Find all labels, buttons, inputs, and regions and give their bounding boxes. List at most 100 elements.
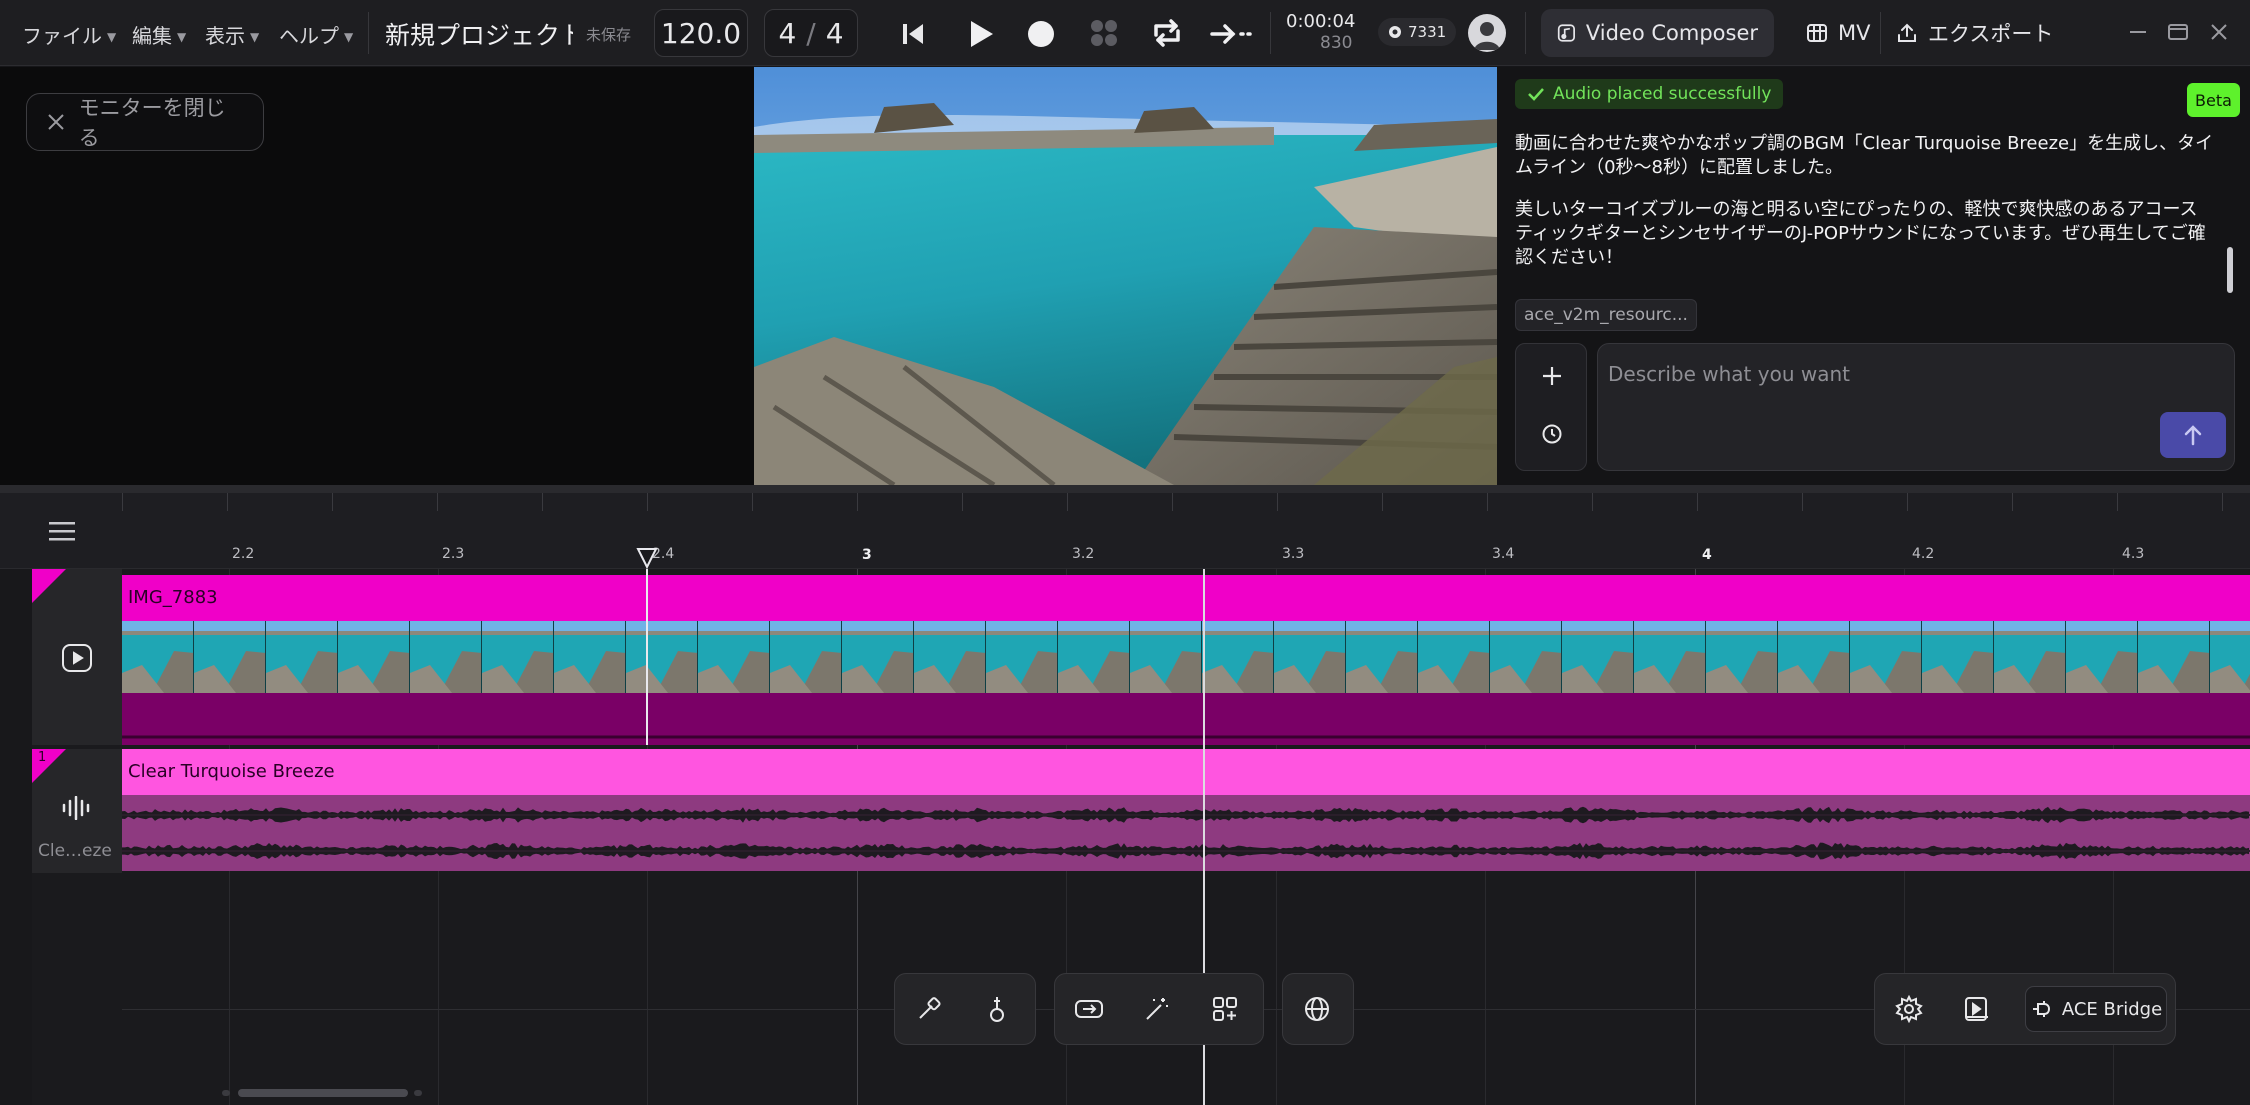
beta-badge: Beta bbox=[2187, 83, 2240, 117]
playhead-handle-icon[interactable] bbox=[636, 547, 658, 569]
settings-button[interactable] bbox=[1875, 973, 1943, 1045]
guitar-tool-button[interactable] bbox=[963, 973, 1031, 1045]
track-number: 1 bbox=[38, 750, 47, 765]
save-state: 未保存 bbox=[586, 26, 632, 44]
chat-panel: Audio placed successfully Beta 動画に合わせた爽や… bbox=[1497, 67, 2250, 485]
grid-button[interactable] bbox=[1086, 15, 1122, 51]
project-title[interactable]: 新規プロジェクト bbox=[385, 16, 573, 52]
music-note-icon bbox=[1557, 24, 1575, 42]
time-ruler[interactable]: 2.2 2.3 2.4 3 3.2 3.3 3.4 4 4.2 4.3 bbox=[122, 493, 2250, 569]
chevron-down-icon: ▼ bbox=[107, 30, 117, 44]
bpm-field[interactable]: 120.0 bbox=[654, 9, 748, 57]
video-track-header[interactable] bbox=[32, 569, 122, 745]
history-button[interactable] bbox=[1534, 416, 1570, 452]
record-button[interactable] bbox=[1024, 17, 1058, 51]
time-signature[interactable]: 4 / 4 bbox=[764, 9, 858, 57]
history-icon bbox=[1542, 424, 1562, 444]
ruler-label: 2.2 bbox=[232, 546, 255, 562]
maximize-button[interactable] bbox=[2164, 18, 2192, 46]
resource-chip[interactable]: ace_v2m_resourc... bbox=[1515, 299, 1697, 331]
add-button[interactable] bbox=[1534, 358, 1570, 394]
ruler-label: 4.2 bbox=[1912, 546, 1935, 562]
ruler-label: 3.4 bbox=[1492, 546, 1515, 562]
arrow-up-icon bbox=[2184, 425, 2202, 446]
swap-tool-button[interactable] bbox=[1055, 973, 1123, 1045]
close-monitor-button[interactable]: モニターを閉じる bbox=[26, 93, 264, 151]
globe-button[interactable] bbox=[1283, 973, 1351, 1045]
video-track-button[interactable] bbox=[58, 639, 96, 677]
mv-button[interactable]: MV bbox=[1790, 9, 1886, 57]
maximize-icon bbox=[2168, 24, 2188, 40]
timeline-scrollbar[interactable] bbox=[222, 1089, 422, 1097]
minimize-icon bbox=[2130, 31, 2146, 33]
top-bar: ファイル ▼ 編集 ▼ 表示 ▼ ヘルプ ▼ 新規プロジェクト 未保存 120.0 4 … bbox=[0, 0, 2250, 66]
ruler-label-major: 4 bbox=[1702, 547, 1712, 563]
menu-view[interactable]: 表示 ▼ bbox=[205, 20, 259, 49]
ruler-label: 3.3 bbox=[1282, 546, 1305, 562]
menu-edit[interactable]: 編集 ▼ bbox=[132, 20, 186, 49]
skip-back-icon bbox=[903, 24, 923, 44]
audio-track-button[interactable] bbox=[58, 793, 96, 823]
hamburger-icon bbox=[49, 522, 75, 541]
clip-title: IMG_7883 bbox=[122, 575, 2250, 621]
panel-divider[interactable] bbox=[0, 485, 2250, 493]
video-icon bbox=[62, 644, 92, 672]
menu-file[interactable]: ファイル ▼ bbox=[22, 20, 116, 49]
right-dock: ACE Bridge bbox=[1874, 973, 2176, 1045]
add-apps-button[interactable] bbox=[1191, 973, 1259, 1045]
magic-tool-button[interactable] bbox=[1123, 973, 1191, 1045]
send-button[interactable] bbox=[2160, 412, 2226, 458]
export-button[interactable]: エクスポート bbox=[1880, 9, 2069, 57]
chat-message: 動画に合わせた爽やかなポップ調のBGM「Clear Turquoise Bree… bbox=[1515, 133, 2214, 178]
plug-icon bbox=[2032, 1001, 2050, 1017]
playhead[interactable] bbox=[646, 569, 648, 745]
play-box-icon bbox=[1965, 997, 1988, 1021]
guitar-icon bbox=[990, 997, 1004, 1022]
audio-track-name: Cle…eze bbox=[38, 841, 112, 861]
tool-dock bbox=[894, 973, 1036, 1045]
avatar[interactable] bbox=[1468, 14, 1506, 52]
time-readout: 0:00:04 bbox=[1286, 11, 1356, 32]
arrow-right-icon bbox=[1210, 24, 1252, 44]
video-clip[interactable]: IMG_7883 bbox=[122, 569, 2250, 745]
ruler-label-major: 3 bbox=[862, 547, 872, 563]
close-window-button[interactable] bbox=[2205, 18, 2233, 46]
upload-icon bbox=[1898, 23, 1916, 42]
menu-help[interactable]: ヘルプ ▼ bbox=[279, 20, 353, 49]
clip-audio-lane bbox=[122, 693, 2250, 745]
credit-icon bbox=[1389, 26, 1401, 38]
skip-back-button[interactable] bbox=[896, 17, 930, 51]
settings-icon bbox=[1895, 995, 1923, 1023]
audio-clip[interactable]: Clear Turquoise Breeze bbox=[122, 749, 2250, 873]
wand-tool-button[interactable] bbox=[895, 973, 963, 1045]
globe-icon bbox=[1807, 24, 1827, 42]
loop-icon bbox=[1154, 19, 1180, 47]
timeline-menu-button[interactable] bbox=[44, 513, 80, 549]
video-preview[interactable] bbox=[754, 67, 1497, 485]
credits-badge[interactable]: 7331 bbox=[1378, 18, 1457, 46]
audio-track-header[interactable]: 1 Cle…eze bbox=[32, 749, 122, 873]
grid-icon bbox=[1091, 20, 1117, 46]
loop-button[interactable] bbox=[1148, 15, 1186, 51]
ace-bridge-button[interactable]: ACE Bridge bbox=[2025, 986, 2167, 1032]
track-headers: 1 Cle…eze bbox=[0, 493, 122, 1105]
follow-button[interactable] bbox=[1208, 17, 1256, 51]
swap-icon bbox=[1075, 1000, 1103, 1018]
wand-icon bbox=[919, 997, 941, 1019]
clip-title: Clear Turquoise Breeze bbox=[122, 749, 2250, 795]
minimize-button[interactable] bbox=[2124, 18, 2152, 46]
globe-dock bbox=[1282, 973, 1354, 1045]
chat-scrollbar[interactable] bbox=[2227, 247, 2233, 293]
close-icon bbox=[48, 114, 64, 130]
globe-icon bbox=[1305, 997, 1329, 1021]
ruler-label: 4.3 bbox=[2122, 546, 2145, 562]
preview-button[interactable] bbox=[1943, 973, 2011, 1045]
close-icon bbox=[2211, 24, 2227, 40]
chat-tools bbox=[1515, 343, 1587, 471]
prompt-input[interactable] bbox=[1608, 354, 2088, 394]
play-button[interactable] bbox=[962, 15, 1000, 53]
video-composer-button[interactable]: Video Composer bbox=[1541, 9, 1774, 57]
chevron-down-icon: ▼ bbox=[250, 30, 260, 44]
chevron-down-icon: ▼ bbox=[177, 30, 187, 44]
clip-thumbnails bbox=[122, 621, 2250, 693]
